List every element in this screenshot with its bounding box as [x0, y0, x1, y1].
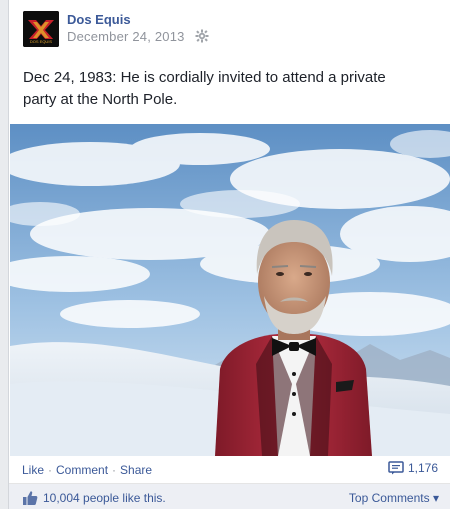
page-avatar[interactable]: DOS EQUIS — [23, 11, 59, 47]
post-timestamp[interactable]: December 24, 2013 — [67, 29, 185, 44]
post-header: DOS EQUIS Dos Equis December 24, 2013 — [23, 11, 443, 47]
chevron-down-icon: ▾ — [432, 491, 439, 505]
likes-summary: 10,004 people like this. — [43, 491, 166, 505]
top-comments-dropdown[interactable]: Top Comments ▾ — [349, 491, 439, 505]
thumbs-up-icon — [23, 491, 38, 505]
separator: · — [112, 463, 117, 477]
likes-bar: 10,004 people like this. Top Comments ▾ — [9, 483, 450, 509]
likes-suffix: people like this. — [79, 491, 166, 505]
comment-link[interactable]: Comment — [56, 463, 108, 477]
page-name-link[interactable]: Dos Equis — [67, 12, 131, 27]
post-message: Dec 24, 1983: He is cordially invited to… — [23, 69, 386, 108]
like-link[interactable]: Like — [22, 463, 44, 477]
separator: · — [48, 463, 53, 477]
comment-bubble-icon — [388, 461, 404, 475]
comments-count[interactable]: 1,176 — [388, 461, 438, 475]
share-link[interactable]: Share — [120, 463, 152, 477]
post-actions: Like · Comment · Share — [22, 463, 152, 477]
top-comments-label: Top Comments — [348, 491, 430, 505]
post-card: DOS EQUIS Dos Equis December 24, 2013 De… — [8, 0, 450, 509]
photo-image — [10, 124, 450, 456]
svg-text:DOS EQUIS: DOS EQUIS — [30, 39, 53, 44]
post-photo[interactable] — [10, 124, 450, 456]
comments-count-value: 1,176 — [407, 461, 438, 475]
gear-icon[interactable] — [195, 29, 209, 43]
likes-count-link[interactable]: 10,004 — [43, 491, 80, 505]
dos-equis-logo-icon: DOS EQUIS — [23, 11, 59, 47]
